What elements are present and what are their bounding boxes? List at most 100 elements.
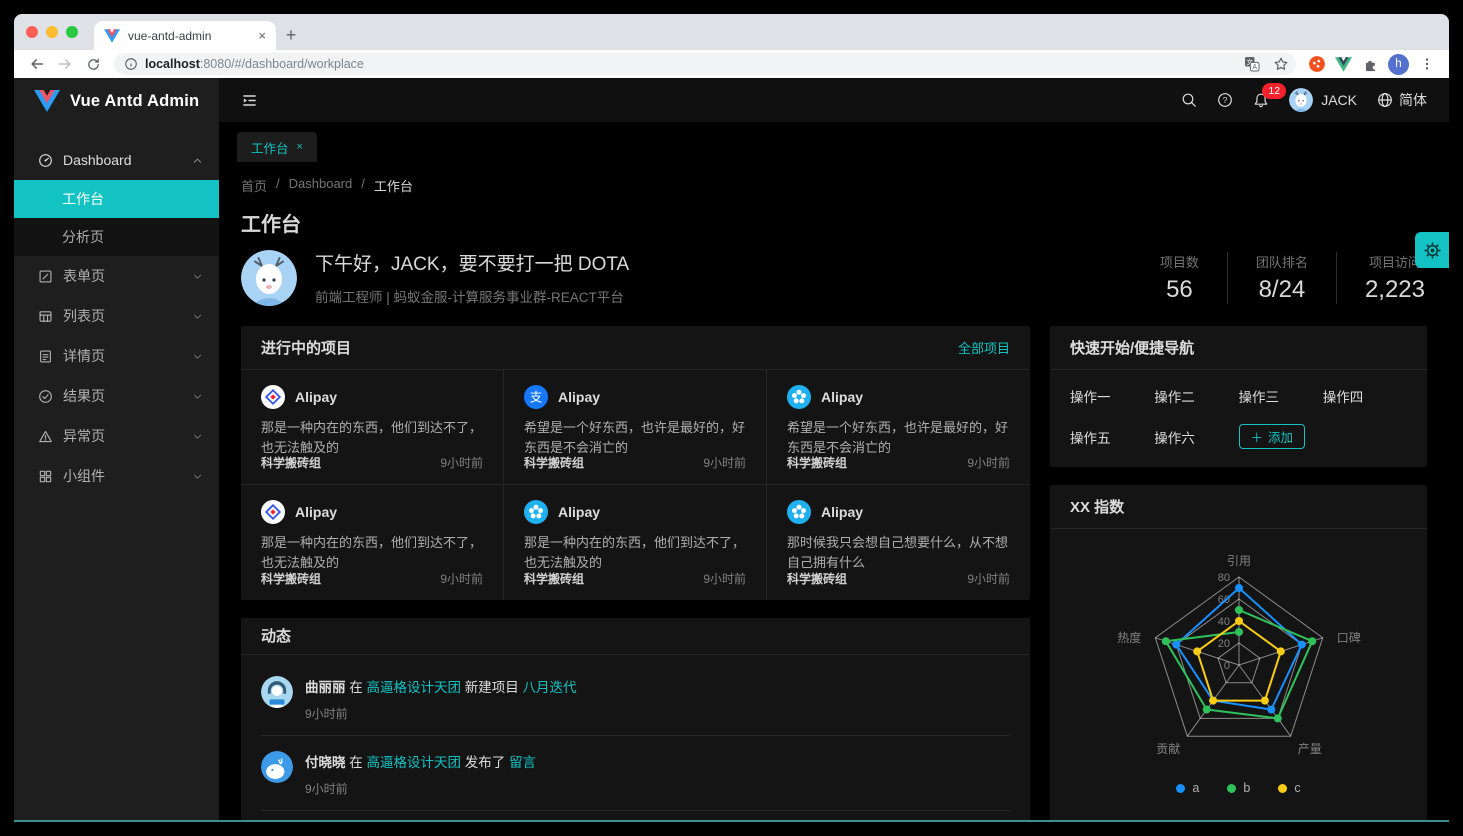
- chevron-down-icon: [192, 311, 203, 322]
- project-card[interactable]: Alipay那是一种内在的东西，他们到达不了，也无法触及的科学搬砖组9小时前: [241, 485, 504, 600]
- activity-team-link[interactable]: 高逼格设计天团: [367, 755, 462, 770]
- translate-icon[interactable]: 文A: [1241, 53, 1263, 75]
- page-tab-close-icon[interactable]: ×: [297, 141, 303, 153]
- girl-avatar: [261, 676, 293, 708]
- settings-gear-button[interactable]: [1415, 232, 1449, 268]
- project-name: Alipay: [295, 389, 337, 405]
- profile-icon: [38, 349, 53, 364]
- legend-item-a[interactable]: a: [1176, 781, 1199, 795]
- project-updated-time: 9小时前: [967, 570, 1010, 587]
- sidebar-item-list[interactable]: 列表页: [14, 296, 219, 336]
- activity-target-link[interactable]: 留言: [509, 755, 536, 770]
- page-title: 工作台: [241, 208, 1427, 237]
- zoom-window-button[interactable]: [66, 26, 78, 38]
- minimize-window-button[interactable]: [46, 26, 58, 38]
- activity-team-link[interactable]: 高逼格设计天团: [367, 680, 462, 695]
- activity-item[interactable]: 曲丽丽 在 高逼格设计天团 新建项目 八月迭代9小时前: [261, 661, 1010, 736]
- project-name: Alipay: [821, 389, 863, 405]
- app-logo[interactable]: Vue Antd Admin: [14, 78, 219, 124]
- project-group-link[interactable]: 科学搬砖组: [524, 570, 584, 587]
- site-info-icon[interactable]: [124, 57, 138, 71]
- language-switcher[interactable]: 简体: [1377, 90, 1427, 110]
- sidebar-item-label: 列表页: [63, 306, 182, 326]
- project-group-link[interactable]: 科学搬砖组: [261, 570, 321, 587]
- close-window-button[interactable]: [26, 26, 38, 38]
- quick-link-操作六[interactable]: 操作六: [1154, 427, 1238, 447]
- quick-link-操作四[interactable]: 操作四: [1323, 386, 1407, 406]
- antd-icon: [261, 500, 285, 524]
- user-menu[interactable]: JACK: [1289, 88, 1357, 112]
- tab-close-icon[interactable]: ×: [258, 29, 266, 42]
- sidebar-item-detail[interactable]: 详情页: [14, 336, 219, 376]
- breadcrumb-item[interactable]: 首页: [241, 176, 267, 195]
- language-label: 简体: [1399, 90, 1427, 110]
- breadcrumb-item[interactable]: Dashboard: [289, 176, 353, 195]
- menu-fold-icon[interactable]: [241, 93, 258, 108]
- notifications-button[interactable]: 12: [1253, 92, 1269, 108]
- url-omnibox[interactable]: localhost:8080/#/dashboard/workplace 文A: [114, 53, 1296, 75]
- activity-item[interactable]: 付晓晓 在 高逼格设计天团 发布了 留言9小时前: [261, 736, 1010, 811]
- add-quick-link-button[interactable]: ＋添加: [1239, 424, 1306, 449]
- bookmark-star-icon[interactable]: [1270, 53, 1292, 75]
- activity-target-link[interactable]: 八月迭代: [523, 680, 577, 695]
- project-card[interactable]: Alipay那时候我只会想自己想要什么，从不想自己拥有什么科学搬砖组9小时前: [767, 485, 1030, 600]
- search-icon[interactable]: [1181, 92, 1197, 108]
- quick-link-操作三[interactable]: 操作三: [1239, 386, 1323, 406]
- extensions-puzzle-icon[interactable]: [1358, 52, 1383, 76]
- quick-link-操作五[interactable]: 操作五: [1070, 427, 1154, 447]
- legend-item-c[interactable]: c: [1278, 781, 1300, 795]
- browser-address-bar: localhost:8080/#/dashboard/workplace 文A …: [14, 50, 1449, 78]
- project-card[interactable]: Alipay希望是一个好东西，也许是最好的，好东西是不会消亡的科学搬砖组9小时前: [767, 370, 1030, 485]
- breadcrumb-item[interactable]: 工作台: [374, 176, 413, 195]
- legend-label: c: [1294, 781, 1300, 795]
- page-tab-bar: 工作台 ×: [219, 122, 1449, 162]
- project-group-link[interactable]: 科学搬砖组: [524, 454, 584, 471]
- project-desc: 那是一种内在的东西，他们到达不了，也无法触及的: [261, 418, 483, 454]
- sidebar-item-exception[interactable]: 异常页: [14, 416, 219, 456]
- sidebar-item-dashboard[interactable]: Dashboard: [14, 140, 219, 180]
- sidebar-item-form[interactable]: 表单页: [14, 256, 219, 296]
- page-tab-工作台[interactable]: 工作台 ×: [237, 132, 317, 162]
- project-group-link[interactable]: 科学搬砖组: [787, 570, 847, 587]
- welcome-header: 下午好，JACK，要不要打一把 DOTA 前端工程师 | 蚂蚁金服-计算服务事业…: [241, 249, 1427, 306]
- block-icon: [38, 469, 53, 484]
- sidebar-menu: Dashboard工作台分析页表单页列表页详情页结果页异常页小组件: [14, 140, 219, 496]
- quick-link-操作一[interactable]: 操作一: [1070, 386, 1154, 406]
- page-tab-label: 工作台: [251, 138, 289, 157]
- sidebar-item-analysis[interactable]: 分析页: [14, 218, 219, 256]
- topbar: ? 12 JACK 简体: [219, 78, 1449, 122]
- browser-menu-icon[interactable]: [1414, 52, 1439, 76]
- legend-item-b[interactable]: b: [1227, 781, 1250, 795]
- gear-icon: [1422, 240, 1443, 261]
- project-group-link[interactable]: 科学搬砖组: [787, 454, 847, 471]
- browser-tab[interactable]: vue-antd-admin ×: [94, 21, 276, 50]
- sidebar-item-result[interactable]: 结果页: [14, 376, 219, 416]
- vue-devtools-icon[interactable]: [1331, 52, 1356, 76]
- all-projects-link[interactable]: 全部项目: [958, 338, 1010, 357]
- help-icon[interactable]: ?: [1217, 92, 1233, 108]
- project-card[interactable]: Alipay那是一种内在的东西，他们到达不了，也无法触及的科学搬砖组9小时前: [241, 370, 504, 485]
- activity-time: 9小时前: [305, 780, 536, 797]
- warning-icon: [38, 429, 53, 444]
- new-tab-button[interactable]: +: [276, 21, 306, 50]
- sidebar-item-workplace[interactable]: 工作台: [14, 180, 219, 218]
- quick-link-操作二[interactable]: 操作二: [1154, 386, 1238, 406]
- app-root: Vue Antd Admin Dashboard工作台分析页表单页列表页详情页结…: [14, 78, 1449, 822]
- forward-icon[interactable]: [52, 52, 78, 76]
- extension-orange-icon[interactable]: [1304, 52, 1329, 76]
- project-card[interactable]: Alipay那是一种内在的东西，他们到达不了，也无法触及的科学搬砖组9小时前: [504, 485, 767, 600]
- project-updated-time: 9小时前: [967, 454, 1010, 471]
- back-icon[interactable]: [24, 52, 50, 76]
- sidebar-item-widgets[interactable]: 小组件: [14, 456, 219, 496]
- topbar-right: ? 12 JACK 简体: [1181, 88, 1427, 112]
- check-circle-icon: [38, 389, 53, 404]
- tab-title: vue-antd-admin: [128, 29, 250, 43]
- browser-profile-avatar[interactable]: h: [1388, 54, 1409, 75]
- project-group-link[interactable]: 科学搬砖组: [261, 454, 321, 471]
- project-updated-time: 9小时前: [440, 570, 483, 587]
- url-host: localhost: [145, 57, 200, 71]
- project-card[interactable]: 支Alipay希望是一个好东西，也许是最好的，好东西是不会消亡的科学搬砖组9小时…: [504, 370, 767, 485]
- vue-logo-icon: [34, 90, 60, 112]
- reload-icon[interactable]: [80, 52, 106, 76]
- antdpro-icon: [787, 385, 811, 409]
